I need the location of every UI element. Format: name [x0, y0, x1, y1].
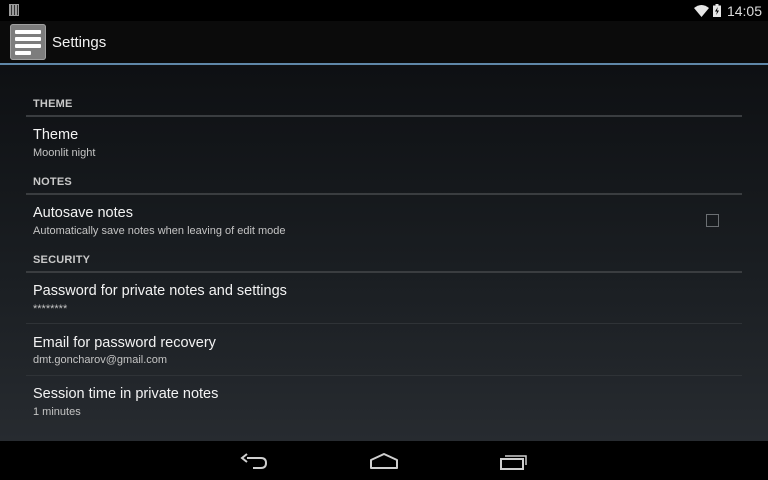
notification-icon [9, 4, 19, 16]
pref-title: Theme [33, 127, 79, 143]
pref-title: Autosave notes [33, 205, 133, 221]
back-icon[interactable] [239, 451, 269, 471]
category-header: NOTES [33, 176, 72, 188]
pref-theme[interactable]: Theme Moonlit night [26, 116, 742, 172]
status-bar: 14:05 [0, 0, 768, 21]
category-header: THEME [33, 98, 73, 110]
wifi-icon [693, 4, 709, 17]
pref-summary: Moonlit night [33, 147, 96, 159]
pref-autosave-notes[interactable]: Autosave notes Automatically save notes … [26, 194, 742, 250]
pref-recovery-email[interactable]: Email for password recovery dmt.goncharo… [26, 324, 742, 376]
category-header: SECURITY [33, 254, 91, 266]
home-icon[interactable] [369, 451, 399, 471]
notes-app-icon[interactable] [10, 24, 46, 60]
pref-summary: ******** [33, 303, 68, 315]
pref-title: Session time in private notes [33, 386, 219, 402]
settings-list: THEME Theme Moonlit night NOTES Autosave… [0, 65, 768, 441]
pref-summary: Automatically save notes when leaving of… [33, 225, 286, 237]
category-security: SECURITY [26, 249, 742, 273]
pref-summary: 1 minutes [33, 406, 81, 418]
recent-apps-icon[interactable] [499, 451, 529, 471]
pref-password[interactable]: Password for private notes and settings … [26, 272, 742, 324]
pref-title: Password for private notes and settings [33, 283, 287, 299]
action-bar: Settings [0, 21, 768, 65]
category-theme: THEME [26, 93, 742, 117]
navigation-bar [0, 441, 768, 480]
pref-session-time[interactable]: Session time in private notes 1 minutes [26, 376, 742, 427]
clock: 14:05 [726, 2, 762, 19]
category-notes: NOTES [26, 171, 742, 195]
pref-summary: dmt.goncharov@gmail.com [33, 354, 168, 366]
autosave-checkbox[interactable] [706, 214, 719, 227]
battery-icon [712, 4, 721, 17]
pref-title: Email for password recovery [33, 335, 216, 351]
page-title: Settings [52, 34, 107, 51]
